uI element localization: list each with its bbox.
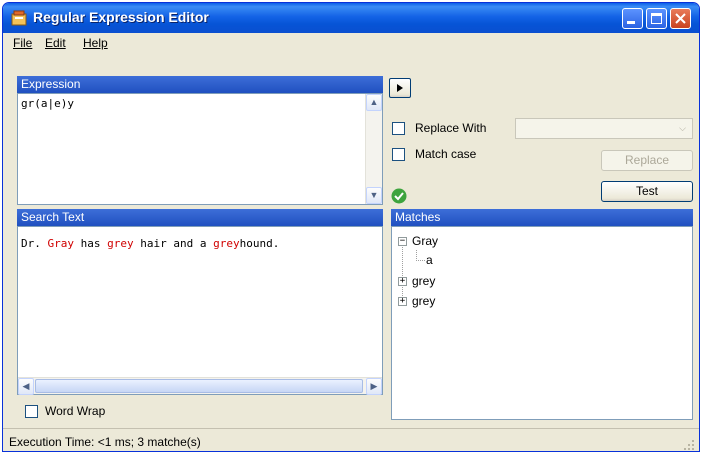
close-button[interactable] (670, 8, 691, 29)
scroll-down-icon[interactable]: ▼ (366, 187, 382, 204)
search-text-segment: hair and a (133, 237, 214, 250)
search-text: Dr. Gray has grey hair and a greyhound. (21, 237, 279, 250)
menu-edit[interactable]: Edit (45, 36, 66, 50)
word-wrap-checkbox[interactable] (25, 405, 38, 418)
expression-textarea[interactable]: gr(a|e)y ▲ ▼ (17, 93, 383, 205)
close-icon (675, 13, 686, 24)
match-item-2[interactable]: grey (412, 274, 435, 288)
match-case-label: Match case (415, 147, 477, 161)
search-text-segment: Dr. (21, 237, 48, 250)
match-highlight: Gray (47, 237, 75, 250)
expand-icon[interactable]: + (398, 297, 407, 306)
play-icon (397, 84, 403, 92)
status-bar: Execution Time: <1 ms; 3 matche(s) (3, 428, 699, 451)
expression-scrollbar[interactable]: ▲ ▼ (365, 94, 382, 204)
word-wrap-label: Word Wrap (45, 404, 106, 418)
resize-grip-icon[interactable] (683, 439, 695, 451)
replace-with-dropdown[interactable]: ⌵ (515, 118, 693, 139)
replace-with-checkbox[interactable] (392, 122, 405, 135)
maximize-button[interactable] (646, 8, 667, 29)
tree-connector (402, 243, 403, 300)
match-item-1[interactable]: Gray (412, 234, 438, 248)
matches-header: Matches (391, 209, 693, 226)
valid-check-icon (391, 188, 407, 204)
maximize-icon (651, 13, 662, 24)
search-text-header: Search Text (17, 209, 383, 226)
search-scrollbar[interactable]: ◀ ▶ (18, 377, 382, 395)
minimize-button[interactable] (622, 8, 643, 29)
match-highlight: grey (107, 237, 134, 250)
search-text-segment: has (74, 237, 108, 250)
match-case-checkbox[interactable] (392, 148, 405, 161)
replace-with-label: Replace With (415, 121, 487, 135)
menu-bar: File Edit Help (3, 33, 699, 53)
scroll-up-icon[interactable]: ▲ (366, 94, 382, 111)
window-title: Regular Expression Editor (33, 9, 209, 25)
matches-tree[interactable]: − Gray a + grey + grey (391, 226, 693, 420)
search-textarea[interactable]: Dr. Gray has grey hair and a greyhound. … (17, 226, 383, 395)
search-text-segment: hound. (239, 237, 280, 250)
run-button[interactable] (389, 78, 411, 98)
match-highlight: grey (213, 237, 240, 250)
tree-connector (416, 250, 425, 261)
collapse-icon[interactable]: − (398, 237, 407, 246)
expression-header: Expression (17, 76, 383, 93)
app-icon (11, 10, 27, 26)
expression-text: gr(a|e)y (21, 97, 74, 110)
match-item-3[interactable]: grey (412, 294, 435, 308)
scroll-thumb[interactable] (35, 379, 363, 393)
main-window: Regular Expression Editor File Edit Help… (2, 2, 700, 452)
match-group-1[interactable]: a (426, 253, 433, 267)
test-button[interactable]: Test (601, 181, 693, 202)
menu-help[interactable]: Help (83, 36, 108, 50)
menu-file[interactable]: File (13, 36, 32, 50)
chevron-down-icon: ⌵ (679, 123, 686, 133)
replace-button[interactable]: Replace (601, 150, 693, 171)
expand-icon[interactable]: + (398, 277, 407, 286)
scroll-left-icon[interactable]: ◀ (18, 378, 34, 395)
scroll-right-icon[interactable]: ▶ (366, 378, 382, 395)
minimize-icon (627, 21, 635, 24)
status-text: Execution Time: <1 ms; 3 matche(s) (9, 435, 201, 449)
title-bar[interactable]: Regular Expression Editor (3, 3, 699, 33)
